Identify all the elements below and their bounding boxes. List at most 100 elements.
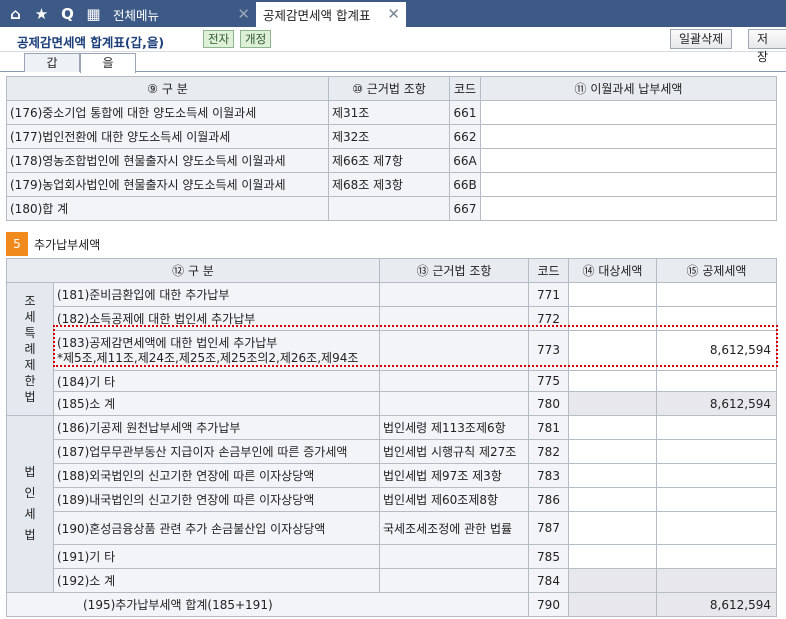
credit-tax-input[interactable] — [656, 306, 777, 331]
row-label: (191)기 타 — [53, 544, 380, 569]
table-row: (190)혼성금융상품 관련 추가 손금불산입 이자상당액 국세조세조정에 관한… — [7, 511, 777, 545]
credit-tax-input[interactable] — [656, 439, 777, 464]
amount-input[interactable] — [480, 100, 777, 125]
credit-tax-input[interactable] — [656, 511, 777, 545]
tab-all-menu[interactable]: 전체메뉴 ✕ — [106, 2, 256, 27]
row-law — [379, 568, 529, 593]
row-code: 667 — [449, 196, 481, 221]
calendar-icon[interactable]: ▦ — [81, 0, 106, 27]
table-row: (192)소 계 784 — [7, 568, 777, 593]
table-row: 법인세법 (186)기공제 원천납부세액 추가납부 법인세령 제113조제6항 … — [6, 415, 777, 593]
target-tax-input[interactable] — [568, 463, 657, 488]
section-number: 5 — [6, 232, 28, 256]
target-tax-input[interactable] — [568, 306, 657, 331]
header-category: ⑫ 구 분 — [6, 258, 380, 283]
row-label-line1: (183)공제감면세액에 대한 법인세 추가납부 — [57, 335, 278, 350]
row-code: 783 — [528, 463, 569, 488]
table-row: (176)중소기업 통합에 대한 양도소득세 이월과세 제31조 661 — [6, 100, 777, 125]
credit-tax-input[interactable] — [656, 415, 777, 440]
title-row: 공제감면세액 합계표(갑,을) 전자 개정 일괄삭제 저장 — [0, 27, 786, 64]
target-tax-input[interactable] — [568, 282, 657, 307]
total-code: 790 — [528, 592, 569, 617]
row-law: 제68조 제3항 — [328, 172, 450, 197]
row-label: (190)혼성금융상품 관련 추가 손금불산입 이자상당액 — [53, 511, 380, 545]
target-tax-input[interactable] — [568, 544, 657, 569]
tab-deduction-summary[interactable]: 공제감면세액 합계표 ✕ — [256, 2, 406, 27]
group-label-corporate-tax-act: 법인세법 — [6, 415, 54, 593]
total-credit-tax: 8,612,594 — [656, 592, 777, 617]
row-law — [328, 196, 450, 221]
close-icon[interactable]: ✕ — [387, 5, 400, 23]
target-tax-input[interactable] — [568, 330, 657, 371]
top-tab-bar: ⌂ ★ Q ▦ 전체메뉴 ✕ 공제감면세액 합계표 ✕ — [0, 0, 786, 27]
total-target-tax — [568, 592, 657, 617]
row-code: 781 — [528, 415, 569, 440]
header-category: ⑨ 구 분 — [6, 76, 329, 101]
row-label: (176)중소기업 통합에 대한 양도소득세 이월과세 — [6, 100, 329, 125]
header-carryover-amount: ⑪ 이월과세 납부세액 — [480, 76, 777, 101]
credit-tax-subtotal: 8,612,594 — [656, 391, 777, 416]
table-row: (185)소 계 780 8,612,594 — [7, 391, 777, 416]
row-code: 772 — [528, 306, 569, 331]
header-code: 코드 — [449, 76, 481, 101]
credit-tax-input[interactable] — [656, 463, 777, 488]
row-code: 662 — [449, 124, 481, 149]
target-tax-subtotal — [568, 391, 657, 416]
home-icon[interactable]: ⌂ — [3, 0, 28, 27]
row-law: 국세조세조정에 관한 법률 — [379, 511, 529, 545]
row-code: 785 — [528, 544, 569, 569]
electronic-badge[interactable]: 전자 — [203, 30, 235, 48]
row-law: 법인세법 제97조 제3항 — [379, 463, 529, 488]
row-law: 제32조 — [328, 124, 450, 149]
row-label: (186)기공제 원천납부세액 추가납부 — [53, 415, 380, 440]
row-code: 773 — [528, 330, 569, 371]
target-tax-input[interactable] — [568, 439, 657, 464]
row-code: 66B — [449, 172, 481, 197]
target-tax-input[interactable] — [568, 511, 657, 545]
credit-tax-input[interactable] — [656, 487, 777, 512]
credit-tax-input[interactable] — [656, 370, 777, 392]
search-icon[interactable]: Q — [55, 0, 80, 27]
target-tax-input[interactable] — [568, 370, 657, 392]
header-law: ⑬ 근거법 조항 — [379, 258, 529, 283]
table-row: (177)법인전환에 대한 양도소득세 이월과세 제32조 662 — [6, 124, 777, 149]
target-tax-input[interactable] — [568, 415, 657, 440]
amount-input[interactable] — [480, 124, 777, 149]
amount-total — [480, 196, 777, 221]
table-row: (182)소득공제에 대한 법인세 추가납부 772 — [7, 306, 777, 331]
tab-gap[interactable]: 갑 — [24, 53, 80, 72]
row-law: 제66조 제7항 — [328, 148, 450, 173]
close-icon[interactable]: ✕ — [237, 5, 250, 23]
row-code: 786 — [528, 487, 569, 512]
row-label: (179)농업회사법인에 현물출자시 양도소득세 이월과세 — [6, 172, 329, 197]
credit-tax-input[interactable] — [656, 282, 777, 307]
header-credit-tax: ⑮ 공제세액 — [656, 258, 777, 283]
credit-tax-input[interactable] — [656, 544, 777, 569]
header-law: ⑩ 근거법 조항 — [328, 76, 450, 101]
row-law: 제31조 — [328, 100, 450, 125]
star-icon[interactable]: ★ — [29, 0, 54, 27]
total-row: (195)추가납부세액 합계(185+191) 790 8,612,594 — [6, 592, 777, 617]
amount-input[interactable] — [480, 172, 777, 197]
row-label: (185)소 계 — [53, 391, 380, 416]
table-row: (188)외국법인의 신고기한 연장에 따른 이자상당액 법인세법 제97조 제… — [7, 463, 777, 488]
group-label-special-tax-act: 조세특례제한법 — [6, 282, 54, 416]
row-law — [379, 282, 529, 307]
target-tax-subtotal — [568, 568, 657, 593]
row-code: 782 — [528, 439, 569, 464]
tab-eul[interactable]: 을 — [80, 53, 136, 73]
sub-tab-bar: 갑 을 — [0, 52, 786, 73]
carryover-tax-table: ⑨ 구 분 ⑩ 근거법 조항 코드 ⑪ 이월과세 납부세액 (176)중소기업 … — [6, 76, 777, 221]
revised-badge[interactable]: 개정 — [240, 30, 272, 48]
row-label: (188)외국법인의 신고기한 연장에 따른 이자상당액 — [53, 463, 380, 488]
amount-input[interactable] — [480, 148, 777, 173]
row-label: (192)소 계 — [53, 568, 380, 593]
section-heading: 5 추가납부세액 — [6, 232, 100, 256]
save-button[interactable]: 저장 — [748, 29, 786, 64]
target-tax-input[interactable] — [568, 487, 657, 512]
row-law — [379, 370, 529, 392]
bulk-delete-button[interactable]: 일괄삭제 — [670, 29, 733, 49]
credit-tax-input[interactable]: 8,612,594 — [656, 330, 777, 371]
row-label: (177)법인전환에 대한 양도소득세 이월과세 — [6, 124, 329, 149]
table-row: (183)공제감면세액에 대한 법인세 추가납부 *제5조,제11조,제24조,… — [7, 330, 777, 371]
